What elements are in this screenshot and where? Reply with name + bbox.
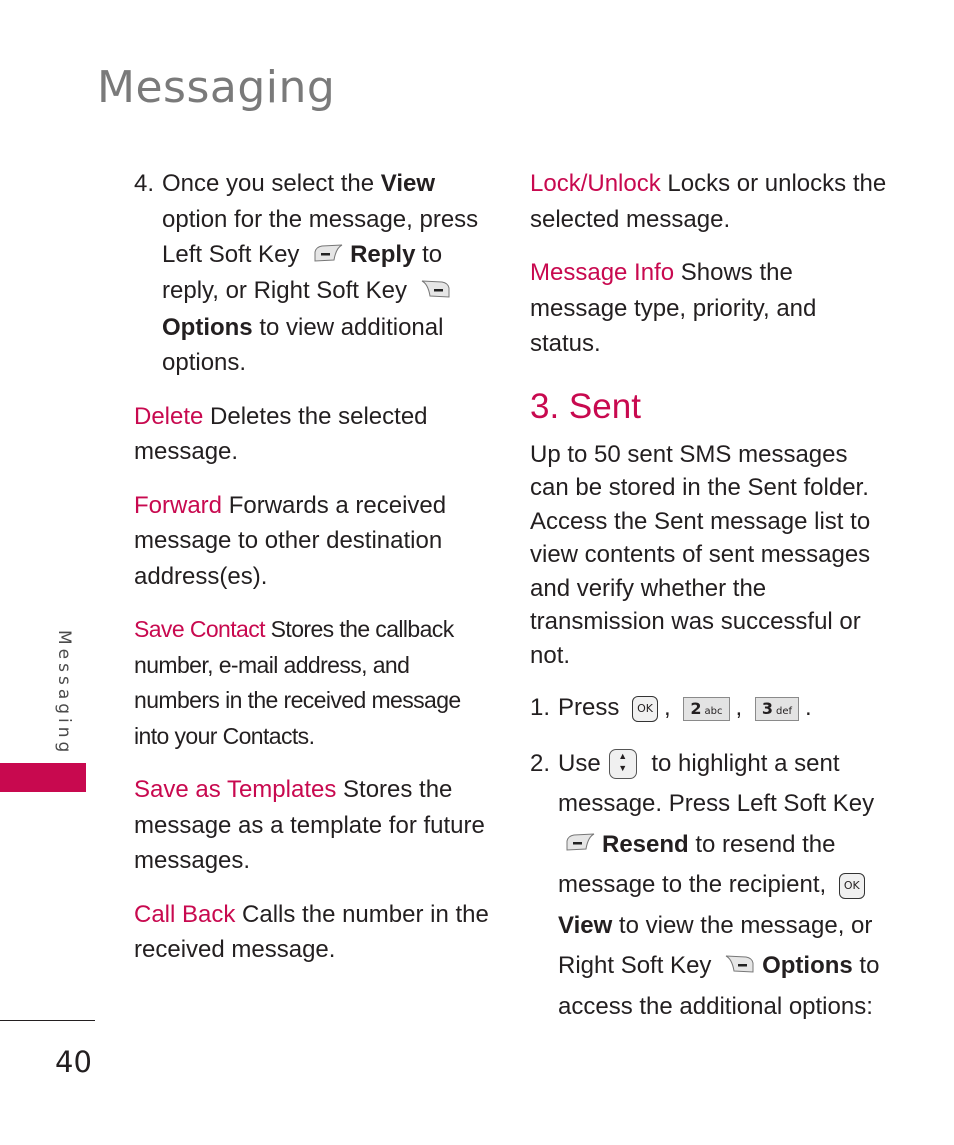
side-tab-label: Messaging [54,630,74,757]
key-3-icon: 3 def [754,696,800,721]
key-digit: 2 [690,698,702,718]
page-title: Messaging [97,62,336,113]
step-text: Once you select the [162,170,381,197]
left-column: 4. Once you select the View option for t… [134,166,489,986]
section-intro: Up to 50 sent SMS messages can be stored… [530,440,871,669]
option-term: Delete [134,402,204,430]
step-text: to resend the message to the recipient, [558,830,836,899]
step-number: 4. [134,170,155,197]
option-item-forward: Forward Forwards a received message to o… [134,488,489,595]
view-label: View [380,170,436,197]
right-soft-key-icon [420,274,452,310]
left-soft-key-icon [564,825,596,866]
option-item-message-info: Message Info Shows the message type, pri… [530,255,890,362]
section-title: 3. Sent [530,386,641,426]
ok-key-icon: OK [838,873,865,900]
step-text: to highlight a sent message. Press Left … [558,749,875,818]
footer-divider [0,1020,95,1021]
option-term: Call Back [134,900,236,928]
option-item-lock-unlock: Lock/Unlock Locks or unlocks the selecte… [530,166,890,237]
period: . [805,694,812,721]
option-item-call-back: Call Back Calls the number in the receiv… [134,897,489,968]
nav-up-down-key-icon: ▲ ▼ [608,749,637,780]
step-number: 1. [530,694,551,721]
separator: , [664,694,671,721]
option-item-delete: Delete Deletes the selected message. [134,399,489,470]
page-number: 40 [55,1045,92,1079]
right-soft-key-icon [724,947,756,988]
step-4: 4. Once you select the View option for t… [134,166,489,381]
resend-label: Resend [602,830,689,858]
option-item-save-as-templates: Save as Templates Stores the message as … [134,772,489,879]
key-digit: 3 [761,698,773,718]
separator: , [735,694,743,721]
key-letters: def [775,705,793,717]
left-soft-key-icon [312,238,344,274]
options-label: Options [162,313,253,341]
step-number: 2. [530,749,551,777]
side-tab-marker [0,763,86,792]
reply-label: Reply [350,241,416,268]
option-term: Message Info [530,259,675,286]
step-text: Use [558,749,601,777]
step-1: 1. Press OK, 2 abc, 3 def. [530,690,890,726]
option-term: Forward [134,491,223,519]
key-letters: abc [704,705,723,717]
option-term: Save as Templates [134,776,337,804]
view-label: View [558,911,613,939]
ok-key-icon: OK [632,695,659,722]
right-column: Lock/Unlock Locks or unlocks the selecte… [530,166,890,1046]
option-item-save-contact: Save Contact Stores the callback number,… [134,612,489,754]
step-text: Press [558,694,620,721]
step-2: 2. Use ▲ ▼ to highlight a sent message. Pr… [530,744,890,1028]
key-2-icon: 2 abc [683,696,730,721]
option-term: Save Contact [134,616,265,643]
options-label: Options [762,952,853,980]
option-term: Lock/Unlock [530,170,661,197]
